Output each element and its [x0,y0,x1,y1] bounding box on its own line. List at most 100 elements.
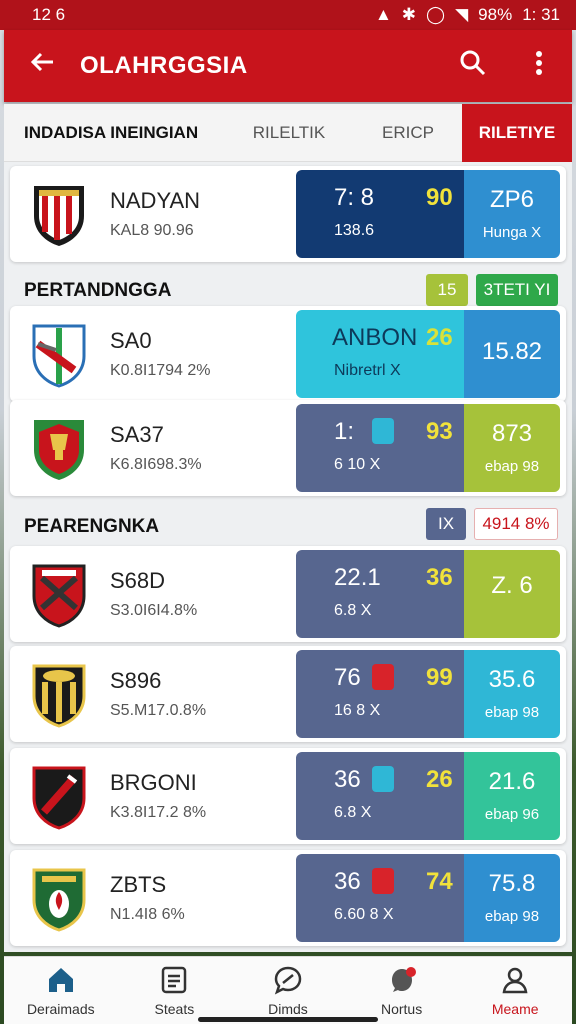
team-row[interactable]: SA37 K6.8I698.3% 1: 93 6 10 X 873 ebap 9… [10,400,566,496]
team-name: BRGONI [110,770,197,795]
score-sub: 6.60 8 X [334,906,394,923]
team-stat: S5.M17.0.8% [110,702,207,719]
odds-value: 15.82 [481,338,543,365]
shield-icon [372,664,394,690]
team-stat: K0.8I1794 2% [110,362,211,379]
score-card[interactable]: 1: 93 6 10 X 873 ebap 98 [296,404,560,492]
team-row[interactable]: ZBTS N1.4I8 6% 36 74 6.60 8 X 75.8 ebap … [10,850,566,946]
home-indicator[interactable] [198,1017,378,1022]
team-crest-icon [34,186,84,246]
section-title: PEARENGNKA [24,516,160,537]
chat-icon [274,966,302,994]
nav-stats[interactable]: Steats [118,957,232,1024]
tab-live[interactable]: RILETIYE [462,103,572,162]
nav-home[interactable]: Deraimads [4,957,118,1024]
nav-profile[interactable]: Meame [458,957,572,1024]
section-filter-badge[interactable]: 4914 8% [474,508,558,540]
nav-notifications[interactable]: Nortus [345,957,459,1024]
back-button[interactable] [4,47,80,85]
odds-label: ebap 98 [484,908,540,925]
battery-level: 98% [478,5,513,24]
team-crest-icon [32,664,86,728]
score-sub: 6.8 X [334,804,372,821]
team-name: ZBTS [110,872,167,897]
arrow-left-icon [30,52,53,72]
score-highlight: 26 [426,766,453,793]
nav-label: Steats [154,1000,195,1017]
score-highlight: 93 [426,418,453,445]
score-highlight: 36 [426,564,453,591]
score-value: 76 [334,664,361,691]
team-crest-icon [32,324,86,388]
score-card[interactable]: 22.1 36 6.8 X Z. 6 [296,550,560,638]
nav-label: Meame [491,1000,539,1017]
odds-value: 35.6 [488,666,536,693]
shield-icon [372,868,394,894]
score-highlight: 90 [426,184,453,211]
score-value: 7: 8 [334,184,375,211]
odds-label: Hunga X [482,224,542,241]
alarm-icon: ◯ [426,5,446,24]
score-sub: 6.8 X [334,602,372,619]
score-highlight: 26 [426,324,453,351]
shield-icon [372,766,394,792]
nav-label: Dimds [268,1000,308,1017]
odds-value: 21.6 [488,768,536,795]
score-sub: Nibretrl X [334,362,401,379]
notification-icon [391,966,416,992]
team-stat: N1.4I8 6% [110,906,185,923]
team-row[interactable]: S68D S3.0I6I4.8% 22.1 36 6.8 X Z. 6 [10,546,566,642]
score-value: 22.1 [334,564,381,591]
nav-chat[interactable]: Dimds [231,957,345,1024]
tab-results[interactable]: RILELTIK [224,104,354,162]
signal-icon: ▲ [374,5,392,24]
app-bar: OLAHRGGSIA [4,30,572,102]
tab-league[interactable]: INDADISA INEINGIAN [4,104,224,162]
team-row[interactable]: S896 S5.M17.0.8% 76 99 16 8 X 35.6 ebap … [10,646,566,742]
team-row[interactable]: BRGONI K3.8I17.2 8% 36 26 6.8 X 21.6 eba… [10,748,566,844]
section-count-badge: IX [426,508,466,540]
more-vert-icon [536,50,542,75]
odds-value: 873 [491,420,533,447]
match-list: NADYAN KAL8 90.96 7: 8 90 138.6 ZP6 Hung… [4,162,572,952]
team-stat: S3.0I6I4.8% [110,602,198,619]
team-name: NADYAN [110,188,201,213]
score-sub: 6 10 X [334,456,381,473]
score-highlight: 74 [426,868,453,895]
search-button[interactable] [440,49,506,84]
score-card[interactable]: ANBON 26 Nibretrl X 15.82 [296,310,560,398]
team-row[interactable]: NADYAN KAL8 90.96 7: 8 90 138.6 ZP6 Hung… [10,166,566,262]
nav-label: Nortus [380,1000,423,1017]
score-value: 1: [334,418,355,445]
team-name: S68D [110,568,166,593]
section-count-badge: 15 [426,274,468,306]
team-crest-icon [32,766,86,830]
tab-standings[interactable]: ERICP [354,104,462,162]
stats-icon [162,966,187,993]
score-value: 36 [334,868,361,895]
odds-label: ebap 96 [484,806,540,823]
app-title: OLAHRGGSIA [80,52,248,79]
shield-icon [372,418,394,444]
more-button[interactable] [506,49,572,84]
team-row[interactable]: SA0 K0.8I1794 2% ANBON 26 Nibretrl X 15.… [10,306,566,402]
team-name: SA37 [110,422,164,447]
team-stat: K3.8I17.2 8% [110,804,207,821]
profile-icon [502,967,528,993]
score-value: 36 [334,766,361,793]
section-title: PERTANDNGGA [24,280,172,301]
status-clock: 1: 31 [522,5,560,24]
odds-label: ebap 98 [484,704,540,721]
score-card[interactable]: 36 74 6.60 8 X 75.8 ebap 98 [296,854,560,942]
score-card[interactable]: 7: 8 90 138.6 ZP6 Hunga X [296,170,560,258]
team-crest-icon [32,564,86,628]
score-value: ANBON [332,324,418,351]
bottom-navigation: Deraimads Steats Dimds Nortus Meame [4,956,572,1024]
team-crest-icon [34,420,84,480]
odds-value: 75.8 [488,870,536,897]
status-bar: 12 6 ▲ ✱ ◯ ◥ 98% 1: 31 [0,0,576,30]
search-icon [460,50,486,75]
score-card[interactable]: 76 99 16 8 X 35.6 ebap 98 [296,650,560,738]
section-filter-badge[interactable]: 3TETI YI [476,274,558,306]
score-card[interactable]: 36 26 6.8 X 21.6 ebap 96 [296,752,560,840]
